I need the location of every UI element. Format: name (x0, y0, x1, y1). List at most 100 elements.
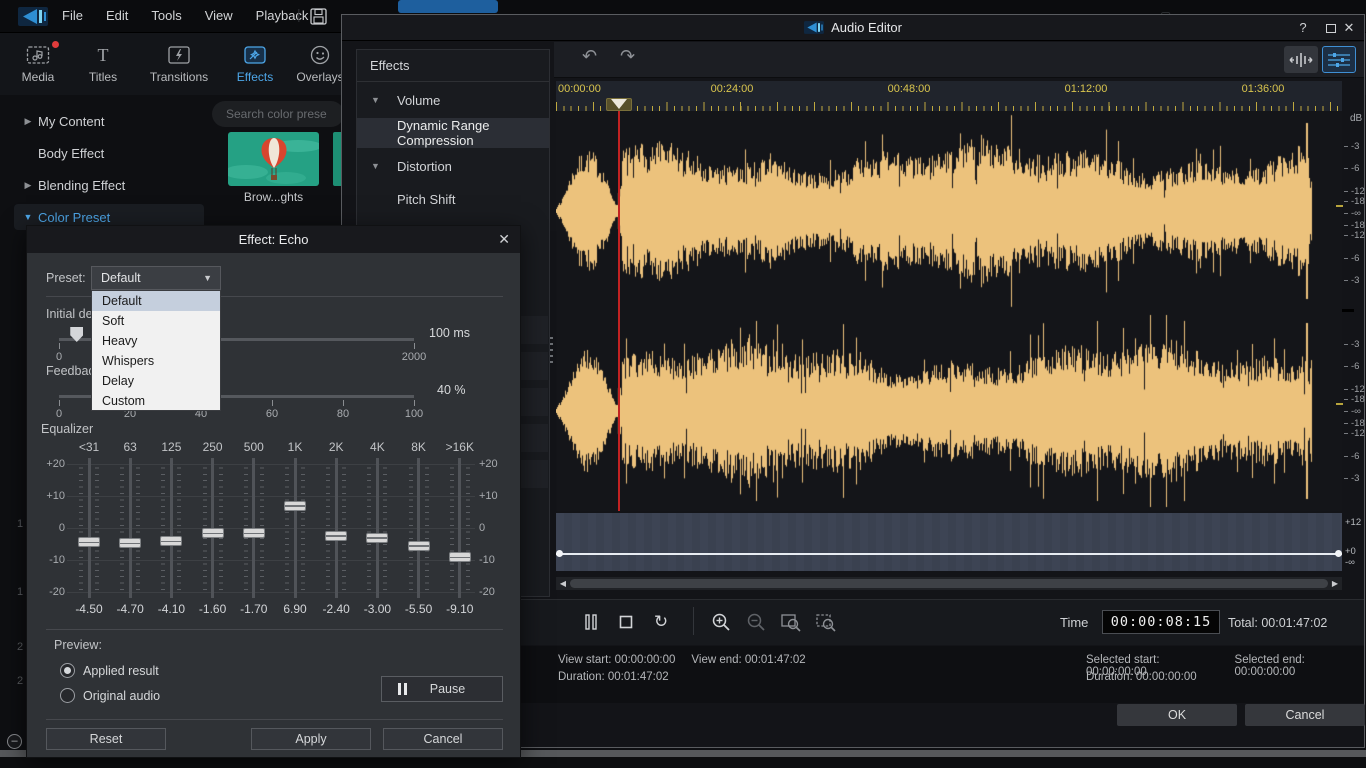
stop-button[interactable] (613, 609, 639, 635)
sidebar-item-label: Blending Effect (38, 178, 125, 193)
eq-slider-handle[interactable] (408, 541, 430, 551)
panel-splitter-handle[interactable] (550, 337, 553, 363)
loop-button[interactable]: ↻ (648, 609, 674, 635)
playhead-triangle-icon (611, 99, 627, 109)
menu-file[interactable]: File (62, 8, 83, 23)
time-field[interactable]: 00:00:08:15 (1102, 610, 1220, 634)
waveform-display[interactable] (556, 111, 1342, 511)
eq-slider-track[interactable] (335, 458, 338, 598)
volume-envelope-strip[interactable] (556, 513, 1342, 571)
chevron-right-icon: ▶ (20, 180, 36, 191)
track-number: 2 (17, 675, 23, 687)
dialog-close-icon[interactable]: ✕ (498, 226, 510, 253)
preset-option-custom[interactable]: Custom (92, 391, 220, 411)
eq-slider-handle[interactable] (202, 528, 224, 538)
color-preset-thumbnail[interactable] (228, 132, 319, 186)
preset-label: Preset: (46, 271, 86, 285)
preset-dropdown[interactable]: Default ▼ (91, 266, 221, 290)
scrollbar-thumb[interactable] (570, 579, 1328, 588)
ruler-timestamp: 01:12:00 (1058, 83, 1114, 95)
effect-item-pitch-shift[interactable]: Pitch Shift (357, 184, 549, 214)
waveform-view-button[interactable] (1284, 46, 1318, 73)
reset-button[interactable]: Reset (46, 728, 166, 750)
tab-effects[interactable]: Effects (225, 33, 285, 95)
db-tick-dash (1344, 389, 1348, 390)
volume-envelope-line[interactable] (556, 553, 1342, 555)
db-tick-label: -∞ (1344, 208, 1361, 219)
eq-slider-track[interactable] (88, 458, 91, 598)
menu-tools[interactable]: Tools (151, 8, 181, 23)
db-value: -6 (1351, 451, 1359, 462)
eq-tick-dashes (120, 466, 124, 590)
apply-button[interactable]: Apply (251, 728, 371, 750)
eq-slider-handle[interactable] (284, 501, 306, 511)
selected-duration-value: Duration: 00:00:00:00 (1086, 671, 1197, 683)
sidebar-item-body-effect[interactable]: Body Effect (14, 140, 204, 166)
eq-slider-track[interactable] (294, 458, 297, 598)
dialog-titlebar[interactable]: Effect: Echo ✕ (27, 226, 520, 253)
eq-slider-handle[interactable] (119, 538, 141, 548)
ok-button[interactable]: OK (1117, 704, 1237, 726)
help-icon[interactable]: ? (1294, 19, 1312, 37)
scroll-right-icon[interactable]: ▶ (1328, 579, 1342, 588)
effects-view-button[interactable] (1322, 46, 1356, 73)
scroll-left-icon[interactable]: ◀ (556, 579, 570, 588)
search-input[interactable]: Search color prese (212, 101, 344, 127)
preset-option-whispers[interactable]: Whispers (92, 351, 220, 371)
db-tick-dash (1344, 225, 1348, 226)
radio-original-audio[interactable] (60, 688, 75, 703)
eq-slider-handle[interactable] (78, 537, 100, 547)
sidebar-item-blending-effect[interactable]: ▶Blending Effect (14, 172, 204, 198)
maximize-icon[interactable] (1326, 24, 1336, 33)
eq-value-label: -4.10 (149, 602, 194, 616)
cancel-button[interactable]: Cancel (383, 728, 503, 750)
close-icon[interactable]: ✕ (1340, 19, 1358, 37)
waveform-icon (1289, 52, 1313, 68)
pause-playback-button[interactable] (578, 609, 604, 635)
undo-icon[interactable]: ↶ (582, 46, 597, 67)
preset-option-default[interactable]: Default (92, 291, 220, 311)
zoom-in-button[interactable] (708, 609, 734, 635)
zoom-fit-button[interactable] (813, 609, 839, 635)
envelope-node[interactable] (1335, 550, 1342, 557)
transport-divider (693, 607, 694, 635)
effect-item-volume[interactable]: ▼Volume (357, 85, 549, 115)
redo-icon[interactable]: ↷ (620, 46, 635, 67)
zoom-out-button[interactable] (743, 609, 769, 635)
produce-button-partial[interactable] (398, 0, 498, 13)
eq-slider-track[interactable] (458, 458, 461, 598)
timeline-zoom-out-icon[interactable]: – (7, 734, 22, 749)
timeline-ruler[interactable]: 00:00:0000:24:0000:48:0001:12:0001:36:00 (556, 81, 1342, 111)
zoom-to-selection-button[interactable] (778, 609, 804, 635)
audio-editor-titlebar[interactable]: Audio Editor (342, 15, 1364, 41)
eq-slider-track[interactable] (417, 458, 420, 598)
total-duration-label: Total: 00:01:47:02 (1228, 616, 1327, 630)
menu-edit[interactable]: Edit (106, 8, 128, 23)
effect-item-dynamic-range-compression[interactable]: Dynamic Range Compression (357, 118, 549, 148)
effect-item-distortion[interactable]: ▼Distortion (357, 151, 549, 181)
preset-dropdown-list[interactable]: DefaultSoftHeavyWhispersDelayCustom (91, 290, 221, 411)
eq-slider-handle[interactable] (449, 552, 471, 562)
radio-applied-result[interactable] (60, 663, 75, 678)
menu-view[interactable]: View (205, 8, 233, 23)
eq-slider-track[interactable] (170, 458, 173, 598)
sidebar-item-my-content[interactable]: ▶My Content (14, 108, 204, 134)
eq-slider-track[interactable] (376, 458, 379, 598)
eq-slider-handle[interactable] (325, 531, 347, 541)
envelope-node[interactable] (556, 550, 563, 557)
db-tick-label: -6 (1344, 163, 1359, 174)
eq-slider-track[interactable] (129, 458, 132, 598)
preview-pause-button[interactable]: Pause (381, 676, 503, 702)
tab-media[interactable]: Media (8, 33, 68, 95)
eq-slider-handle[interactable] (160, 536, 182, 546)
preset-option-heavy[interactable]: Heavy (92, 331, 220, 351)
eq-slider-handle[interactable] (366, 533, 388, 543)
save-icon[interactable] (310, 8, 327, 25)
tab-titles[interactable]: TTitles (73, 33, 133, 95)
preset-option-soft[interactable]: Soft (92, 311, 220, 331)
eq-slider-handle[interactable] (243, 528, 265, 538)
cancel-button[interactable]: Cancel (1245, 704, 1365, 726)
tab-transitions[interactable]: Transitions (138, 33, 220, 95)
preset-option-delay[interactable]: Delay (92, 371, 220, 391)
horizontal-scrollbar[interactable]: ◀ ▶ (556, 577, 1342, 590)
